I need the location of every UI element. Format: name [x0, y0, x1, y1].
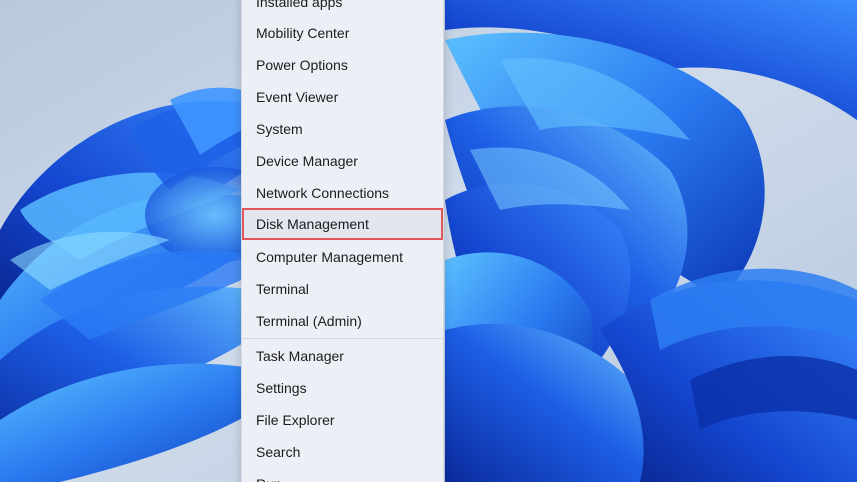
- menu-item-search[interactable]: Search: [242, 436, 443, 468]
- menu-item-settings[interactable]: Settings: [242, 372, 443, 404]
- menu-item-terminal-admin[interactable]: Terminal (Admin): [242, 305, 443, 337]
- menu-item-task-manager[interactable]: Task Manager: [242, 340, 443, 372]
- menu-item-mobility-center[interactable]: Mobility Center: [242, 17, 443, 49]
- menu-item-file-explorer[interactable]: File Explorer: [242, 404, 443, 436]
- menu-item-device-manager[interactable]: Device Manager: [242, 145, 443, 177]
- menu-item-event-viewer[interactable]: Event Viewer: [242, 81, 443, 113]
- menu-item-computer-management[interactable]: Computer Management: [242, 241, 443, 273]
- menu-item-run[interactable]: Run: [242, 468, 443, 482]
- menu-item-network-connections[interactable]: Network Connections: [242, 177, 443, 209]
- menu-item-installed-apps[interactable]: Installed apps: [242, 0, 443, 18]
- menu-item-power-options[interactable]: Power Options: [242, 49, 443, 81]
- menu-separator: [242, 338, 443, 339]
- desktop-screen: Installed apps Mobility Center Power Opt…: [0, 0, 857, 482]
- winx-context-menu: Installed apps Mobility Center Power Opt…: [241, 0, 444, 482]
- menu-item-disk-management[interactable]: Disk Management: [242, 208, 443, 240]
- menu-item-terminal[interactable]: Terminal: [242, 273, 443, 305]
- menu-item-system[interactable]: System: [242, 113, 443, 145]
